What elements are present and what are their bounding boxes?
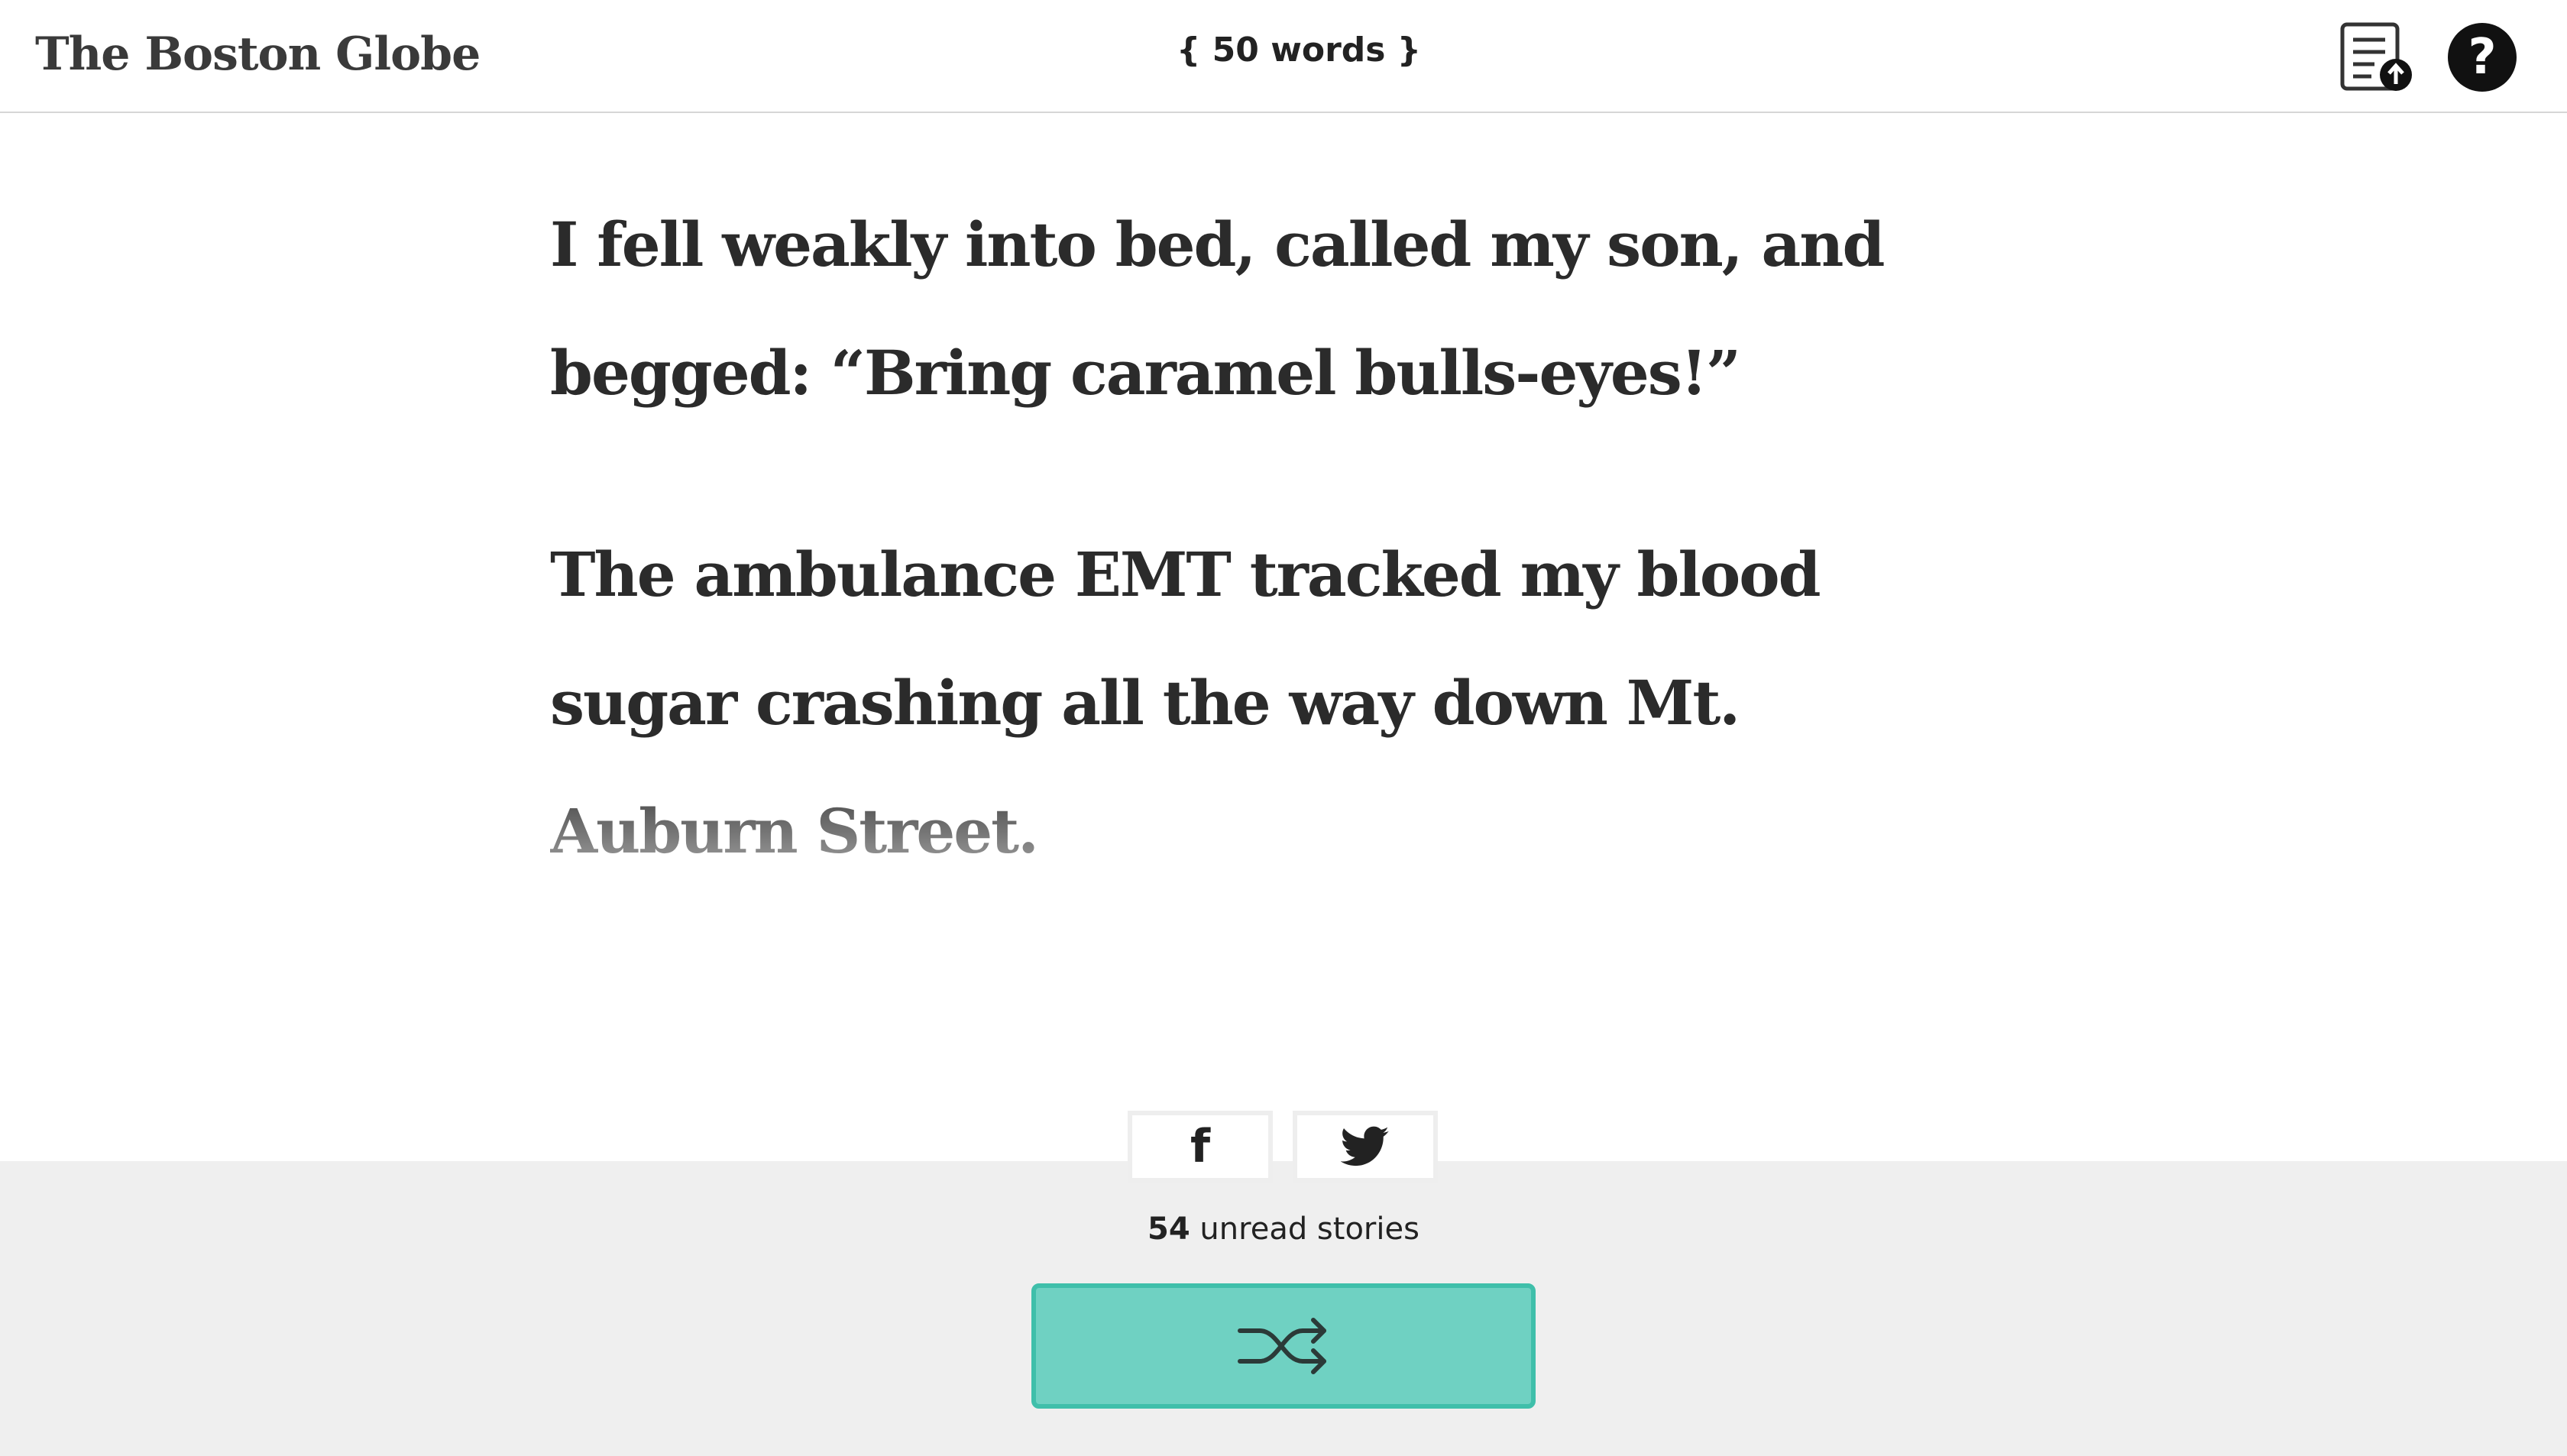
question-mark-icon: ? — [2468, 29, 2497, 86]
shuffle-icon — [1238, 1318, 1326, 1374]
header: The Boston Globe { 50 words } ? — [0, 0, 2567, 113]
facebook-icon: f — [1190, 1120, 1211, 1173]
facebook-share-button[interactable]: f — [1128, 1111, 1273, 1183]
page: The Boston Globe { 50 words } ? I fell w… — [0, 0, 2567, 1456]
unread-label: unread stories — [1190, 1212, 1419, 1247]
story-paragraph-2: The ambulance EMT tracked my blood sugar… — [550, 539, 1821, 867]
story-body: I fell weakly into bed, called my son, a… — [550, 180, 2002, 1036]
boston-globe-logo[interactable]: The Boston Globe — [35, 28, 481, 81]
word-count-title: { 50 words } — [1177, 31, 1422, 70]
shuffle-story-button[interactable] — [1031, 1283, 1536, 1409]
story-paragraph-3: Later my physician acknowledged accident… — [550, 997, 1661, 1036]
twitter-share-button[interactable] — [1293, 1111, 1438, 1183]
story-paragraph-1: I fell weakly into bed, called my son, a… — [550, 209, 1885, 409]
document-upload-icon — [2340, 22, 2412, 91]
unread-stories-status: 54 unread stories — [0, 1212, 2567, 1247]
submit-story-button[interactable] — [2339, 21, 2416, 95]
help-button[interactable]: ? — [2448, 23, 2517, 92]
twitter-icon — [1341, 1126, 1389, 1166]
unread-count: 54 — [1148, 1212, 1190, 1247]
